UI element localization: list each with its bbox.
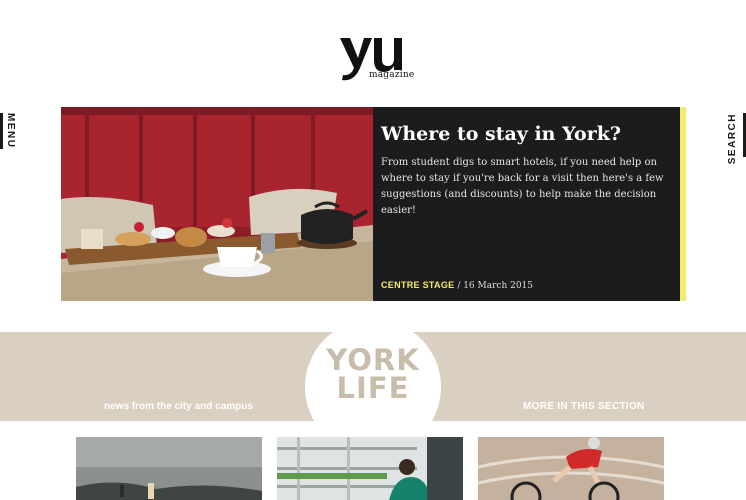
menu-button[interactable]: MENU: [0, 113, 22, 149]
site-logo[interactable]: magazine: [336, 30, 414, 86]
afternoon-tea-photo: [61, 107, 373, 301]
hero-image[interactable]: [61, 107, 373, 301]
article-card[interactable]: [478, 437, 664, 500]
section-title[interactable]: YORK LIFE: [305, 343, 441, 405]
more-in-section-link[interactable]: MORE IN THIS SECTION: [523, 401, 645, 412]
menu-label: MENU: [5, 113, 16, 149]
section-title-line1: YORK: [326, 343, 420, 377]
hero-meta: CENTRE STAGE / 16 March 2015: [381, 280, 533, 291]
lab-photo: [277, 437, 463, 500]
hero-feature[interactable]: Where to stay in York? From student digs…: [61, 107, 686, 301]
search-button[interactable]: SEARCH: [724, 113, 746, 164]
landscape-photo: [76, 437, 262, 500]
hero-text-panel: Where to stay in York? From student digs…: [373, 107, 680, 301]
cyclist-photo: [478, 437, 664, 500]
section-subtitle: news from the city and campus: [104, 401, 253, 412]
search-label: SEARCH: [727, 113, 738, 165]
hero-title[interactable]: Where to stay in York?: [381, 121, 672, 147]
section-title-line2: LIFE: [336, 371, 410, 405]
menu-bar-icon: [0, 113, 3, 149]
hero-category-link[interactable]: CENTRE STAGE: [381, 280, 454, 290]
hero-date: / 16 March 2015: [454, 281, 534, 291]
hero-accent-bar: [680, 107, 686, 301]
article-card[interactable]: [76, 437, 262, 500]
logo-subtitle: magazine: [369, 70, 415, 80]
article-card[interactable]: [277, 437, 463, 500]
hero-summary: From student digs to smart hotels, if yo…: [381, 157, 664, 216]
